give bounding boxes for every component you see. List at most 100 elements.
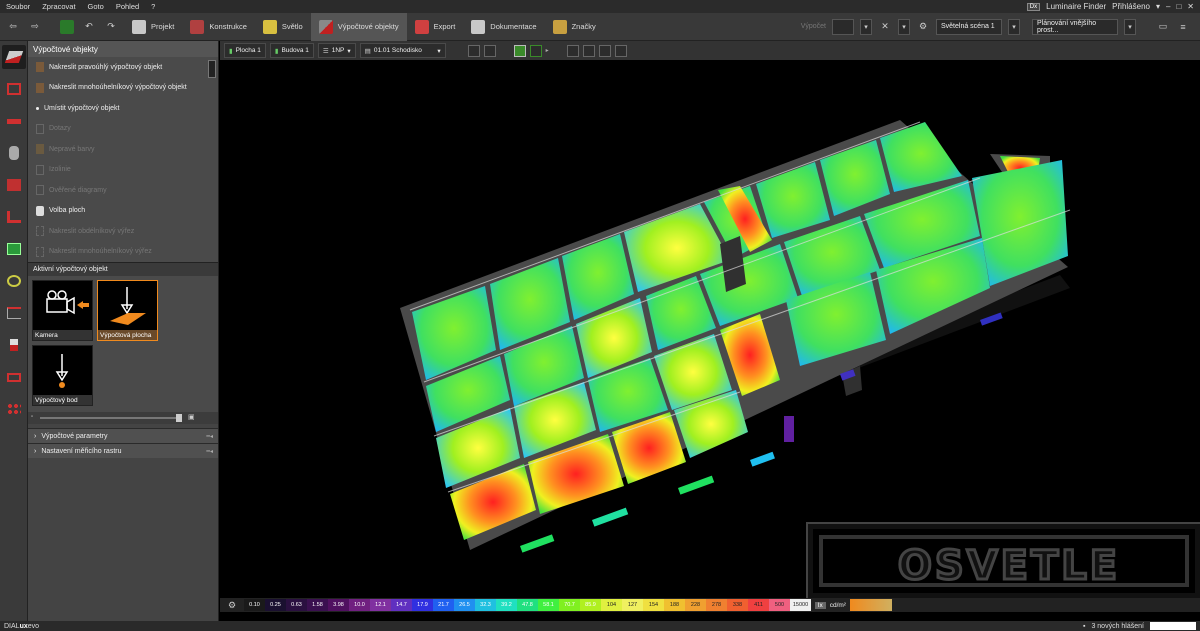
forward-icon[interactable]: ⇨ (28, 20, 42, 34)
action-draw-polygon[interactable]: Nakreslit mnohoúhelníkový výpočtový obje… (28, 78, 218, 99)
frame-icon[interactable] (2, 365, 26, 389)
false-color-legend: ⚙ 0.10 0.25 0.63 1.58 3.98 10.0 12.1 14.7 17.9 21… (220, 598, 1200, 612)
minimize-icon[interactable]: – (1166, 2, 1170, 11)
accordion-grid-settings[interactable]: › Nastavení měřicího rastru ━◂ (28, 443, 218, 458)
stop-dropdown[interactable]: ▾ (898, 18, 910, 35)
view-options-icon[interactable] (483, 44, 496, 57)
calc-field[interactable] (832, 18, 854, 35)
calc-objects-icon (318, 19, 333, 34)
action-queries: Dotazy (28, 119, 218, 140)
plocha-button[interactable]: ▮ Plocha 1 (224, 43, 266, 58)
action-place-object[interactable]: Umístit výpočtový objekt (28, 98, 218, 119)
object-calc-point[interactable]: Výpočtový bod (32, 345, 93, 406)
menu-pohled[interactable]: Pohled (110, 2, 145, 11)
camera-icon (46, 290, 89, 315)
menu-goto[interactable]: Goto (82, 2, 110, 11)
zoom-slider-track[interactable] (40, 417, 180, 419)
menu-help[interactable]: ? (145, 2, 161, 11)
grid-icon[interactable] (2, 397, 26, 421)
object-calc-surface[interactable]: Výpočtová plocha (97, 280, 158, 341)
floor-select[interactable]: ☰ 1NP ▾ (317, 43, 356, 58)
panel-scrollbar[interactable] (208, 60, 216, 78)
tab-znacky[interactable]: Značky (545, 13, 604, 41)
room-icon[interactable] (2, 77, 26, 101)
action-select-surfaces[interactable]: Volba ploch (28, 201, 218, 222)
tab-dokumentace[interactable]: Dokumentace (463, 13, 544, 41)
false-color-render (400, 120, 1071, 553)
login-status[interactable]: Přihlášeno (1112, 2, 1150, 11)
hamburger-icon[interactable]: ≡ (1176, 20, 1190, 34)
object-camera[interactable]: Kamera (32, 280, 93, 341)
exit-sign-icon[interactable] (2, 237, 26, 261)
tab-projekt[interactable]: Projekt (124, 13, 182, 41)
color-scheme-swatch[interactable] (849, 599, 892, 611)
legend-cell: 228 (685, 599, 706, 611)
light-scene-dropdown[interactable]: ▾ (1008, 18, 1020, 35)
graph-icon[interactable] (2, 333, 26, 357)
planning-dropdown[interactable]: ▾ (1124, 18, 1136, 35)
back-icon[interactable]: ⇦ (6, 20, 20, 34)
action-draw-rect[interactable]: Nakreslit pravoúhlý výpočtový objekt (28, 57, 218, 78)
chevron-down-icon: ▾ (347, 47, 351, 55)
accordion-calc-params[interactable]: › Výpočtové parametry ━◂ (28, 428, 218, 443)
tab-label: Dokumentace (490, 22, 537, 31)
keyboard-icon[interactable]: ▭ (1156, 20, 1170, 34)
calc-dropdown[interactable]: ▾ (860, 18, 872, 35)
luminaire-finder-icon[interactable]: Dx (1026, 2, 1041, 11)
budova-button[interactable]: ▮ Budova 1 (269, 43, 314, 58)
unit-cd-button[interactable]: cd/m² (830, 602, 846, 609)
rect-calc-icon (36, 62, 44, 73)
redo-icon[interactable]: ↷ (104, 20, 118, 34)
calc-plane-icon[interactable] (2, 45, 26, 69)
chevron-right-icon[interactable]: ▸ (546, 47, 549, 54)
messages-count[interactable]: 3 nových hlášení (1091, 623, 1144, 630)
message-box[interactable] (1150, 622, 1196, 630)
3d-viewport[interactable]: ▮ Plocha 1 ▮ Budova 1 ☰ 1NP ▾ ▤ 01.01 Schodis… (220, 41, 1200, 598)
stairs-icon: ▤ (364, 47, 371, 55)
tab-vypoctove-objekty[interactable]: Výpočtové objekty (310, 12, 407, 41)
cylinder-icon[interactable] (2, 141, 26, 165)
stairs-select[interactable]: ▤ 01.01 Schodisko ▾ (359, 43, 446, 58)
axis-icon[interactable] (614, 44, 627, 57)
zoom-selection-icon[interactable] (582, 44, 595, 57)
solid-view-icon[interactable] (513, 44, 526, 57)
menu-soubor[interactable]: Soubor (0, 2, 36, 11)
save-icon[interactable] (60, 19, 74, 34)
gear-icon[interactable]: ⚙ (916, 20, 930, 34)
menu-right: Dx Luminaire Finder Přihlášeno ▾ – □ ✕ (1026, 2, 1200, 11)
maximize-icon[interactable]: □ (1176, 2, 1181, 11)
tab-konstrukce[interactable]: Konstrukce (182, 13, 255, 41)
file-buttons: ↶ ↷ (60, 19, 118, 34)
gear-icon[interactable]: ⚙ (220, 598, 244, 612)
curve-icon[interactable] (2, 301, 26, 325)
box-icon[interactable] (2, 173, 26, 197)
zoom-extents-icon[interactable] (566, 44, 579, 57)
measure-icon[interactable] (598, 44, 611, 57)
grid-snap-icon[interactable] (467, 44, 480, 57)
table-icon[interactable] (2, 109, 26, 133)
menu-zpracovat[interactable]: Zpracovat (36, 2, 81, 11)
luminaire-finder-link[interactable]: Luminaire Finder (1046, 2, 1106, 11)
close-icon[interactable]: ✕ (1187, 2, 1194, 11)
floor-view-icon[interactable] (529, 44, 542, 57)
floor-icon[interactable] (2, 205, 26, 229)
pin-icon[interactable]: ━◂ (206, 433, 213, 440)
tab-export[interactable]: Export (407, 13, 464, 41)
unit-lx-button[interactable]: lx (815, 601, 826, 609)
viewport-toolbar: ▮ Plocha 1 ▮ Budova 1 ☰ 1NP ▾ ▤ 01.01 Schodis… (220, 41, 1200, 60)
chevron-down-icon[interactable]: ▾ (1156, 2, 1160, 11)
undo-icon[interactable]: ↶ (82, 20, 96, 34)
planning-select[interactable]: Plánování vnějšího prost... (1032, 18, 1118, 35)
stop-icon[interactable]: ✕ (878, 20, 892, 34)
legend-cell: 70.7 (559, 599, 580, 611)
tab-svetlo[interactable]: Světlo (255, 13, 311, 41)
action-label: Nakreslit mnohoúhelníkový výřez (49, 248, 152, 256)
tab-label: Konstrukce (209, 22, 247, 31)
light-scene-select[interactable]: Světelná scéna 1 (936, 18, 1002, 35)
zoom-large-icon[interactable]: ▣ (188, 413, 195, 421)
zoom-slider-knob[interactable] (176, 414, 182, 422)
pin-icon[interactable]: ━◂ (206, 448, 213, 455)
zoom-small-icon[interactable]: ▫ (31, 414, 33, 420)
eye-icon[interactable] (2, 269, 26, 293)
legend-cell: 3.98 (328, 599, 349, 611)
